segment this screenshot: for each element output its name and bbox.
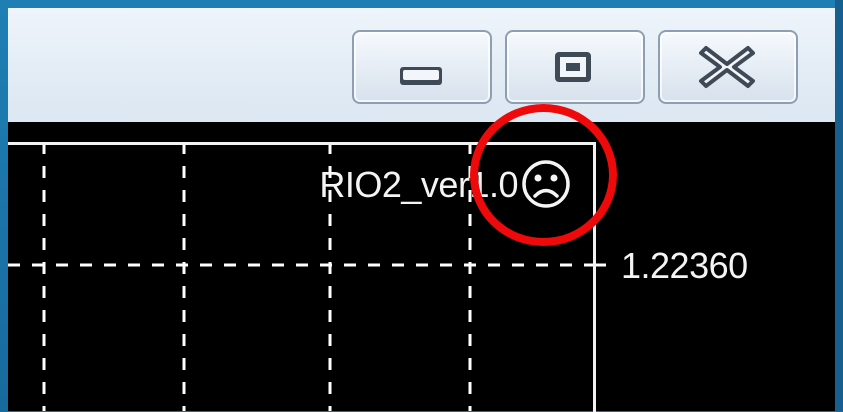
minimize-button[interactable] [352,30,492,104]
close-icon [699,46,755,88]
close-button[interactable] [658,30,798,104]
sad-face-icon [522,160,570,208]
window-frame-edge [835,0,843,411]
indicator-name: RIO2_ver1.0 [319,164,518,205]
minimize-icon [400,67,442,85]
maximize-icon [555,52,591,82]
price-level-label: 1.22360 [621,245,748,286]
maximize-button[interactable] [505,30,645,104]
chart-area[interactable]: RIO2_ver1.0 1.22360 [8,122,835,412]
